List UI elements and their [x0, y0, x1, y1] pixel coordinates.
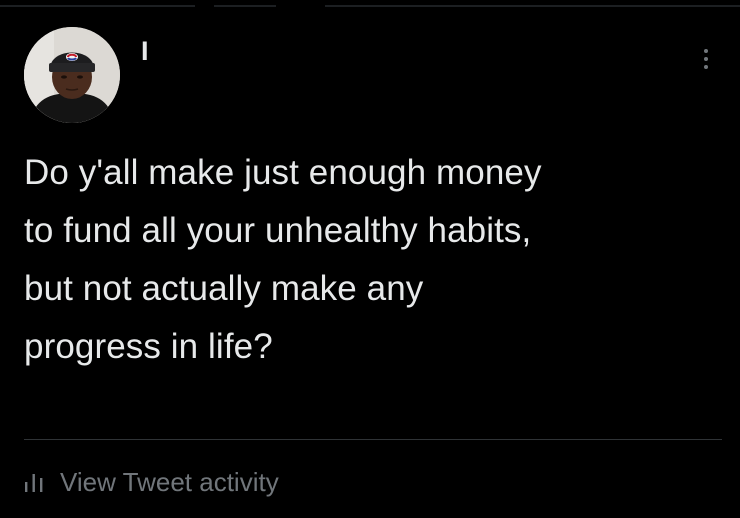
more-dot — [704, 57, 708, 61]
analytics-bars-icon — [25, 474, 43, 492]
divider — [24, 439, 722, 440]
tweet-card: I Do y'all make just enough money to fun… — [0, 0, 740, 518]
more-dot — [704, 49, 708, 53]
view-tweet-activity-button[interactable]: View Tweet activity — [24, 464, 279, 500]
activity-label: View Tweet activity — [60, 467, 279, 497]
avatar-image — [24, 27, 120, 123]
author-name[interactable]: I — [141, 34, 149, 68]
more-dot — [704, 65, 708, 69]
tweet-text: Do y'all make just enough money to fund … — [24, 153, 542, 366]
avatar[interactable] — [24, 27, 120, 123]
more-vertical-icon[interactable] — [694, 43, 718, 75]
